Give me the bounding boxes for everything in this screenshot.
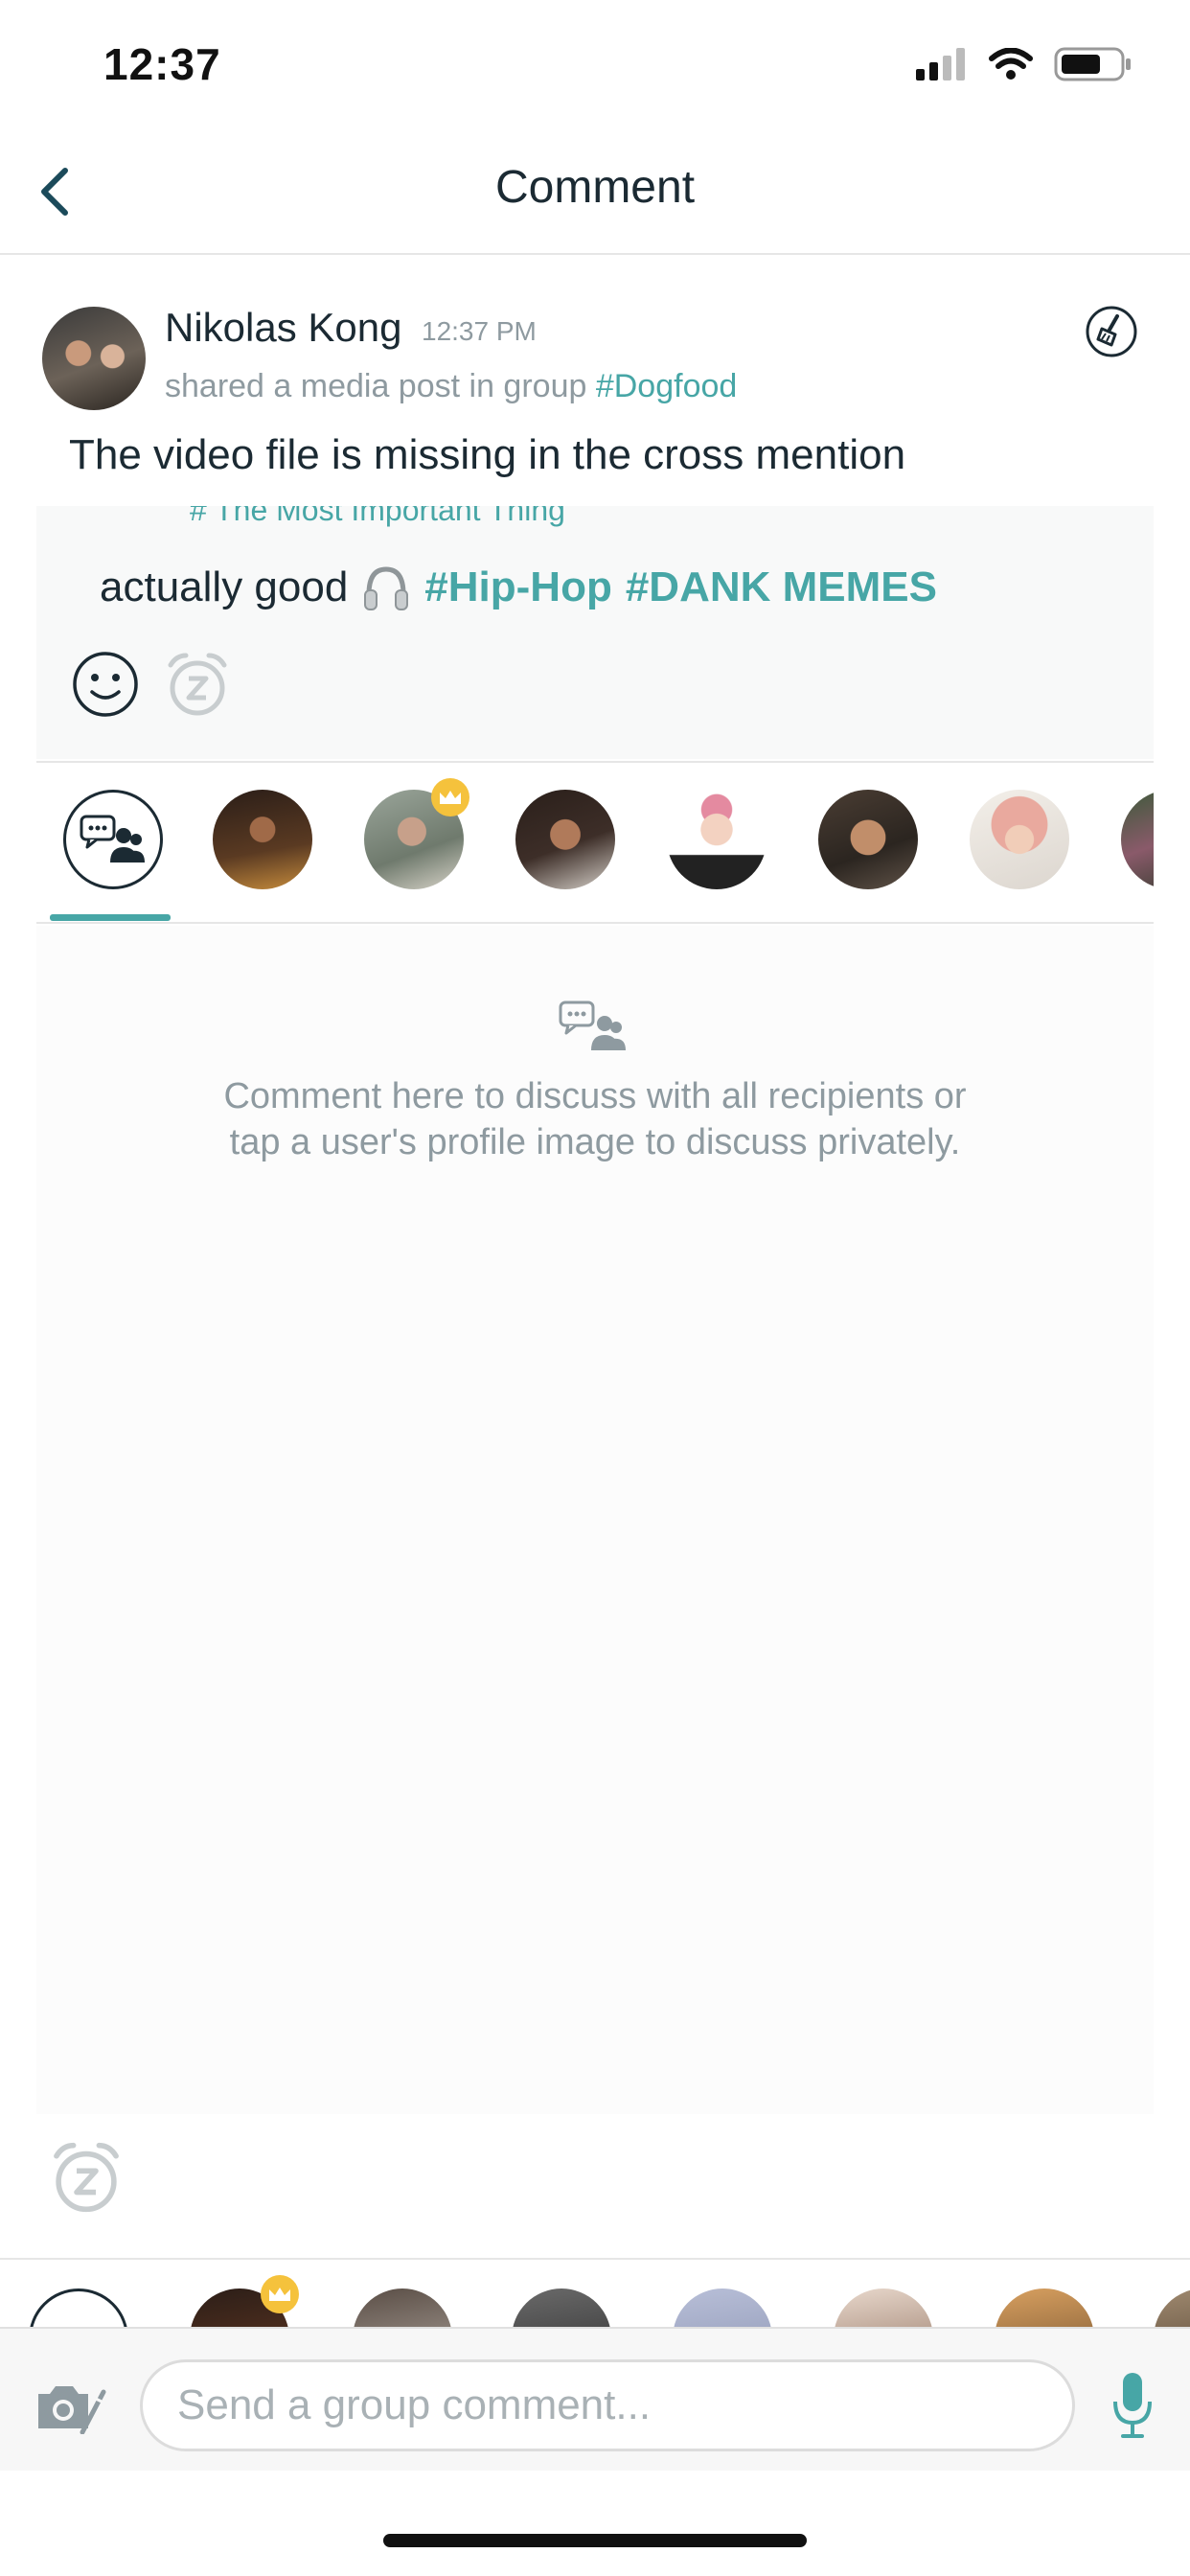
crown-icon — [269, 2288, 290, 2301]
reaction-row — [71, 650, 232, 719]
post-meta: shared a media post in group #Dogfood — [165, 368, 737, 405]
hashtag[interactable]: #Hip-Hop — [424, 564, 612, 611]
broom-icon — [1086, 306, 1137, 357]
group-link[interactable]: #Dogfood — [596, 368, 737, 404]
empty-state-line: Comment here to discuss with all recipie… — [223, 1076, 967, 1116]
wifi-icon — [989, 48, 1033, 80]
recipient-avatar[interactable] — [1121, 790, 1154, 889]
recipient-avatar[interactable] — [512, 2288, 611, 2329]
headphones-icon — [364, 566, 409, 610]
empty-state-text: Comment here to discuss with all recipie… — [36, 1073, 1154, 1165]
signal-icon — [916, 48, 965, 80]
mention-avatar-strip — [0, 2258, 1190, 2329]
nav-bar: Comment — [0, 125, 1190, 255]
emoji-react-icon[interactable] — [71, 650, 140, 719]
group-chat-icon — [559, 1000, 626, 1050]
all-recipients-tab[interactable] — [63, 790, 163, 889]
status-bar: 12:37 — [0, 0, 1190, 125]
post-text: The video file is missing in the cross m… — [69, 431, 906, 478]
group-chat-icon — [80, 815, 145, 862]
microphone-icon — [1113, 2373, 1152, 2438]
media-caption: actually good #Hip-Hop #DANK MEMES — [100, 564, 937, 611]
mark-done-button[interactable] — [1083, 303, 1140, 360]
media-card[interactable]: # The Most Important Thing actually good… — [36, 506, 1154, 759]
recipient-avatar[interactable] — [1154, 2288, 1190, 2329]
snooze-icon[interactable] — [163, 650, 232, 719]
status-time: 12:37 — [103, 39, 221, 89]
recipient-avatar[interactable] — [818, 790, 918, 889]
recipients-strip — [36, 761, 1154, 924]
page-title: Comment — [494, 162, 696, 213]
comment-list[interactable]: Comment here to discuss with all recipie… — [36, 926, 1154, 2114]
all-recipients-tab[interactable] — [29, 2288, 128, 2329]
recipient-avatar[interactable] — [834, 2288, 933, 2329]
crown-icon — [440, 791, 461, 804]
author-name[interactable]: Nikolas Kong — [165, 305, 401, 351]
recipient-avatar[interactable] — [353, 2288, 452, 2329]
post-meta-prefix: shared a media post in group — [165, 368, 587, 404]
media-title: # The Most Important Thing — [190, 506, 565, 527]
post-time: 12:37 PM — [422, 316, 537, 346]
author-avatar[interactable] — [42, 307, 146, 410]
hashtag[interactable]: #DANK MEMES — [626, 564, 937, 611]
home-indicator — [383, 2534, 807, 2547]
snooze-icon[interactable] — [48, 2139, 125, 2216]
crown-badge — [431, 778, 469, 816]
recipient-avatar[interactable] — [515, 790, 615, 889]
mic-button[interactable] — [1111, 2371, 1154, 2445]
comment-composer — [0, 2327, 1190, 2471]
media-caption-text: actually good — [100, 564, 349, 610]
recipient-avatar[interactable] — [995, 2288, 1094, 2329]
empty-state-line: tap a user's profile image to discuss pr… — [229, 1122, 961, 1162]
recipient-avatar[interactable] — [970, 790, 1069, 889]
crown-badge — [261, 2275, 299, 2313]
recipient-avatar[interactable] — [667, 790, 767, 889]
battery-icon — [1054, 47, 1131, 81]
recipient-avatar[interactable] — [213, 790, 312, 889]
selected-tab-indicator — [50, 914, 171, 921]
status-icons — [916, 46, 1133, 82]
camera-icon — [38, 2386, 106, 2435]
recipient-avatar[interactable] — [673, 2288, 772, 2329]
comment-input[interactable] — [140, 2359, 1075, 2451]
camera-button[interactable] — [34, 2379, 107, 2439]
